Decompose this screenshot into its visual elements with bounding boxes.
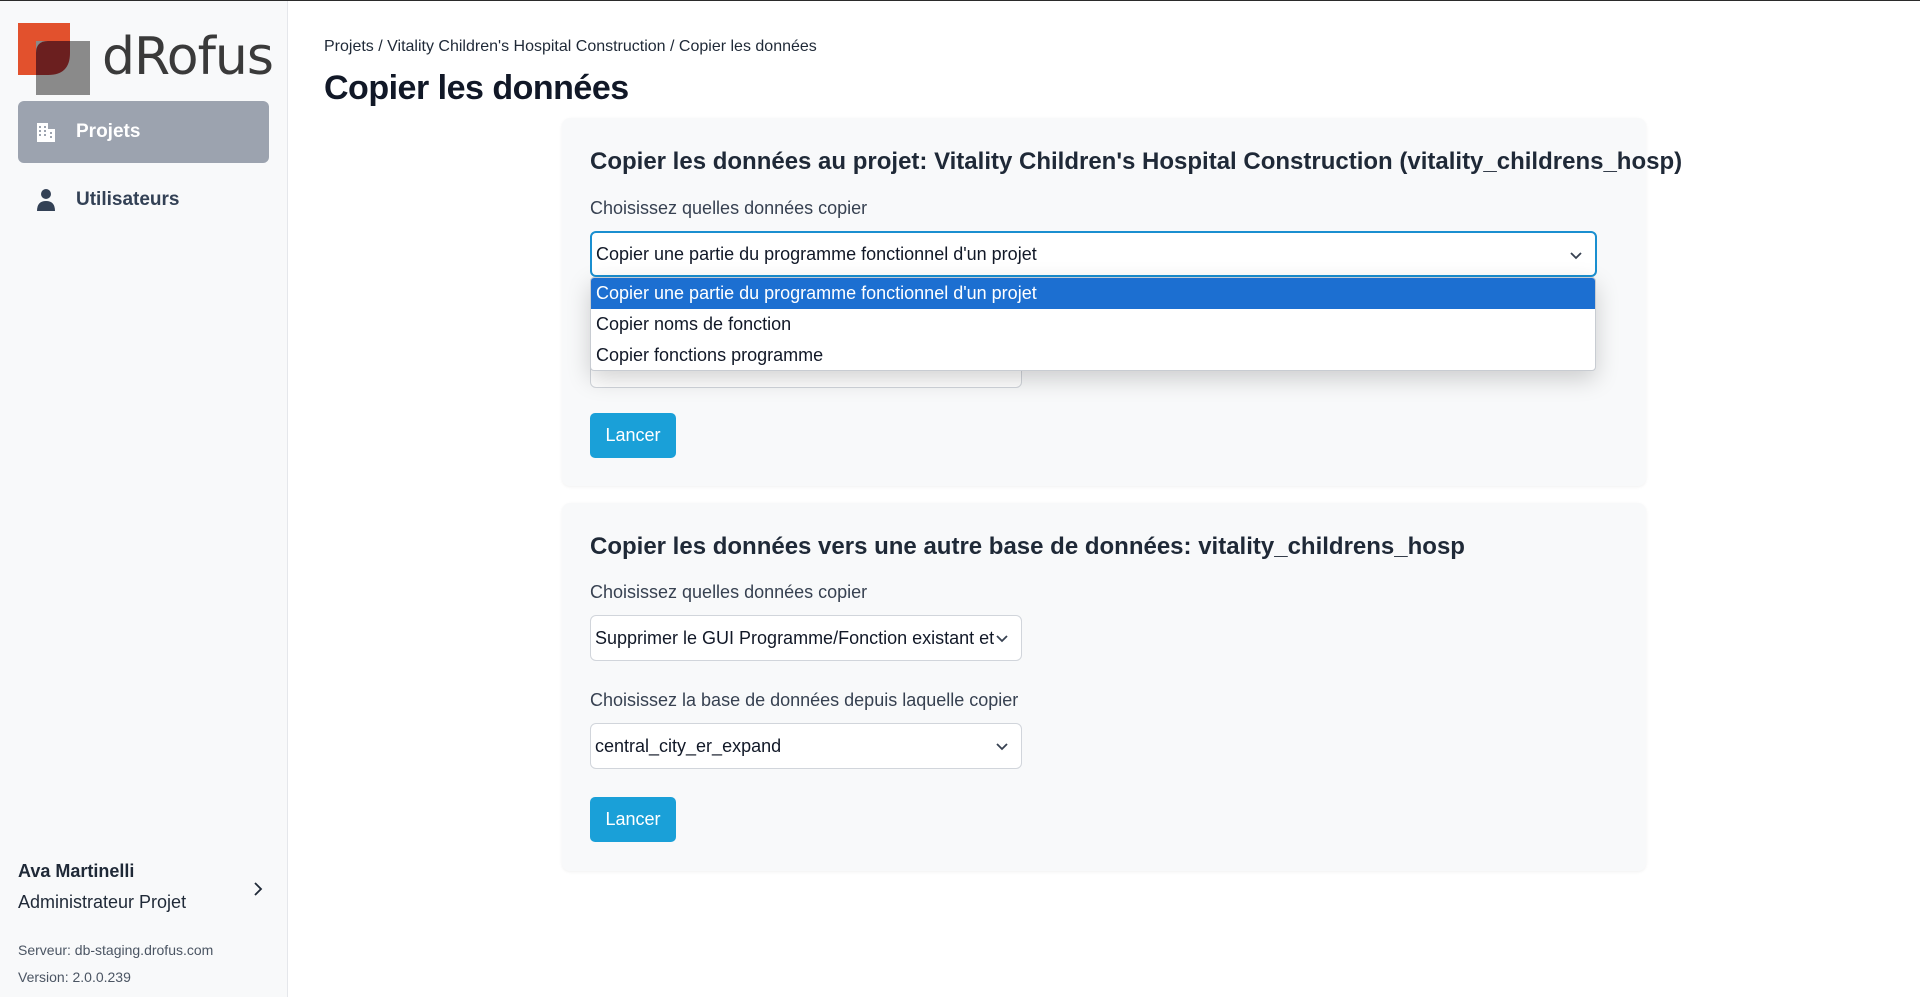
chevron-down-icon bbox=[1570, 252, 1582, 260]
breadcrumb: Projets / Vitality Children's Hospital C… bbox=[324, 38, 817, 56]
chevron-down-icon bbox=[996, 635, 1008, 643]
select-value: Supprimer le GUI Programme/Fonction exis… bbox=[595, 627, 995, 648]
sidebar: dRofus Projets Utilisateurs Ava Martinel… bbox=[0, 1, 288, 997]
dropdown-option[interactable]: Copier fonctions programme bbox=[591, 340, 1595, 370]
version-text: Version: 2.0.0.239 bbox=[18, 969, 131, 985]
logo-mark-icon bbox=[18, 23, 90, 95]
card-title: Copier les données au projet: Vitality C… bbox=[590, 148, 1683, 175]
chevron-right-icon[interactable] bbox=[248, 879, 268, 899]
data-type-select[interactable]: Copier une partie du programme fonctionn… bbox=[590, 231, 1597, 277]
sidebar-item-label: Utilisateurs bbox=[76, 189, 180, 210]
database-select[interactable]: central_city_er_expand bbox=[590, 723, 1022, 769]
lancer-button[interactable]: Lancer bbox=[590, 797, 676, 842]
copy-to-database-card: Copier les données vers une autre base d… bbox=[562, 503, 1646, 871]
breadcrumb-separator: / bbox=[665, 38, 679, 55]
breadcrumb-project[interactable]: Vitality Children's Hospital Constructio… bbox=[387, 38, 665, 55]
dropdown-option[interactable]: Copier noms de fonction bbox=[591, 309, 1595, 340]
sidebar-item-projets[interactable]: Projets bbox=[18, 101, 269, 163]
card-title: Copier les données vers une autre base d… bbox=[590, 533, 1465, 560]
drofus-logo[interactable]: dRofus bbox=[18, 23, 274, 95]
dropdown-option[interactable]: Copier une partie du programme fonctionn… bbox=[591, 278, 1595, 309]
user-name: Ava Martinelli bbox=[18, 861, 135, 881]
lancer-button[interactable]: Lancer bbox=[590, 413, 676, 458]
select-value: Copier une partie du programme fonctionn… bbox=[596, 243, 1037, 264]
field-label: Choisissez quelles données copier bbox=[590, 198, 868, 218]
user-icon bbox=[34, 188, 58, 212]
logo-text: dRofus bbox=[102, 27, 274, 87]
field-label: Choisissez quelles données copier bbox=[590, 582, 868, 602]
building-icon bbox=[34, 120, 58, 144]
breadcrumb-current: Copier les données bbox=[678, 38, 817, 55]
server-info: Serveur: db-staging.drofus.com Version: … bbox=[18, 937, 213, 991]
breadcrumb-separator: / bbox=[373, 38, 388, 55]
server-text: Serveur: db-staging.drofus.com bbox=[18, 942, 214, 958]
page-title: Copier les données bbox=[324, 69, 629, 107]
dropdown-list: Copier une partie du programme fonctionn… bbox=[590, 277, 1596, 371]
breadcrumb-projets[interactable]: Projets bbox=[324, 38, 374, 55]
user-role: Administrateur Projet bbox=[18, 892, 187, 912]
sidebar-item-label: Projets bbox=[76, 121, 141, 142]
chevron-down-icon bbox=[996, 743, 1008, 751]
field-label: Choisissez la base de données depuis laq… bbox=[590, 690, 1019, 710]
data-type-select[interactable]: Supprimer le GUI Programme/Fonction exis… bbox=[590, 615, 1022, 661]
select-value: central_city_er_expand bbox=[595, 735, 782, 756]
sidebar-item-utilisateurs[interactable]: Utilisateurs bbox=[18, 169, 269, 231]
user-menu[interactable]: Ava Martinelli Administrateur Projet bbox=[18, 861, 268, 913]
